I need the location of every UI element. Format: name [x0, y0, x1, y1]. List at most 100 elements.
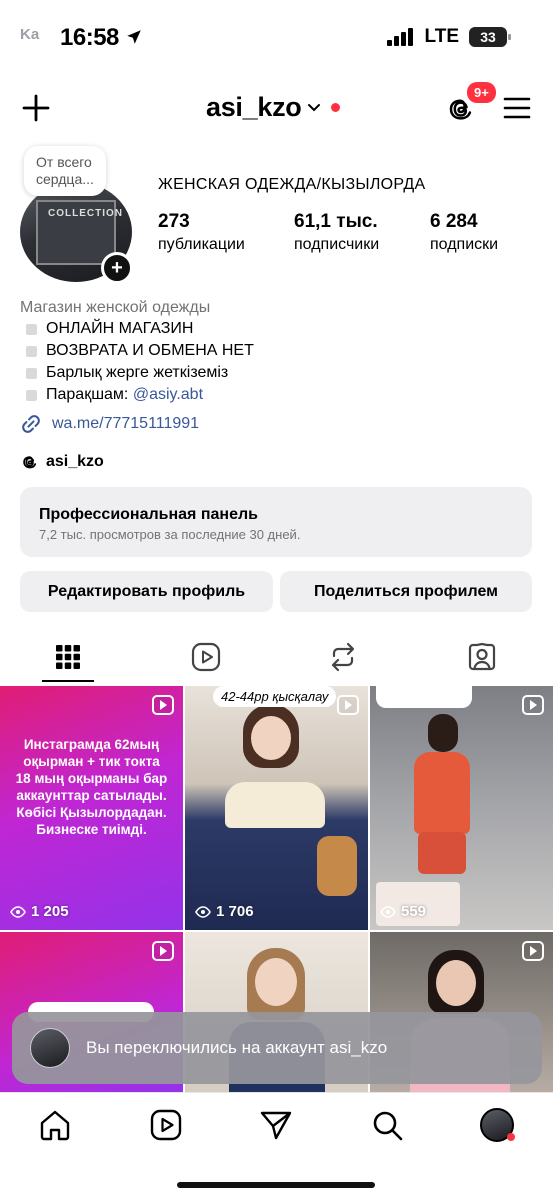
- reel-badge-icon: [152, 695, 174, 715]
- edit-profile-button[interactable]: Редактировать профиль: [20, 571, 273, 612]
- caption-bubble-partial: [376, 686, 472, 708]
- view-count: 559: [380, 903, 426, 920]
- profile-note-line: сердца...: [36, 171, 94, 187]
- eye-icon: [10, 905, 26, 918]
- header-username: asi_kzo: [206, 92, 302, 122]
- chevron-down-icon: [308, 103, 321, 111]
- view-count: 1 205: [10, 903, 69, 920]
- account-switch-toast: Вы переключились на аккаунт asi_kzo: [12, 1012, 542, 1084]
- posts-label: публикации: [158, 236, 245, 253]
- professional-dashboard[interactable]: Профессиональная панель 7,2 тыс. просмот…: [20, 487, 532, 557]
- status-time: 16:58: [60, 24, 143, 52]
- location-arrow-icon: [127, 30, 141, 44]
- pro-panel-subtitle: 7,2 тыс. просмотров за последние 30 дней…: [39, 527, 301, 542]
- model-face-image: [255, 958, 297, 1006]
- posts-count: 273: [158, 211, 190, 232]
- bullet-square-icon: [26, 323, 37, 335]
- profile-category: Магазин женской одежды: [20, 299, 211, 316]
- notification-badge: 9+: [467, 82, 496, 103]
- profile-display-name: ЖЕНСКАЯ ОДЕЖДА/КЫЗЫЛОРДА: [158, 176, 426, 193]
- link-icon: [22, 415, 40, 433]
- mention-link[interactable]: @asiy.abt: [133, 386, 203, 403]
- bio-line-text: ОНЛАЙН МАГАЗИН: [46, 320, 194, 337]
- signal-icon: [386, 28, 413, 46]
- view-count-text: 1 706: [216, 903, 254, 920]
- red-top-image: [414, 752, 470, 834]
- tab-grid[interactable]: [9, 632, 127, 682]
- create-plus-icon[interactable]: [20, 92, 52, 124]
- account-switcher[interactable]: asi_kzo: [206, 92, 341, 123]
- post-thumbnail-dress[interactable]: 42-44рр қысқалау 1 706: [185, 686, 368, 930]
- profile-unread-dot: [507, 1133, 515, 1141]
- unread-dot: [331, 103, 341, 112]
- bio-line-text: ВОЗВРАТА И ОБМЕНА НЕТ: [46, 342, 254, 359]
- bio-website-link[interactable]: wa.me/77715111991: [20, 413, 199, 435]
- store-sign-logo: COLLECTION: [48, 208, 123, 219]
- view-count-text: 1 205: [31, 903, 69, 920]
- menu-icon[interactable]: [503, 94, 531, 122]
- reels-icon[interactable]: [149, 1108, 183, 1142]
- bio-line-text: Барлық жерге жеткіземіз: [46, 364, 229, 381]
- reels-icon: [191, 642, 221, 672]
- post-thumbnail-red-outfit[interactable]: 559: [370, 686, 553, 930]
- bio-line: ОНЛАЙН МАГАЗИН: [26, 320, 193, 338]
- threads-icon: [23, 456, 37, 469]
- search-icon[interactable]: [370, 1108, 404, 1142]
- bio-line: Парақшам: @asiy.abt: [26, 386, 203, 404]
- chair-image: [317, 836, 357, 896]
- following-count: 6 284: [430, 211, 478, 232]
- tagged-person-icon: [468, 642, 496, 671]
- reel-badge-icon: [152, 941, 174, 961]
- reel-badge-icon: [522, 695, 544, 715]
- tab-tagged[interactable]: [423, 632, 541, 682]
- home-icon[interactable]: [38, 1108, 72, 1142]
- tab-reposts[interactable]: [284, 632, 402, 682]
- reel-badge-icon: [337, 695, 359, 715]
- posts-stat[interactable]: 273 публикации: [158, 211, 245, 254]
- threads-handle: asi_kzo: [46, 453, 104, 470]
- bio-line: Барлық жерге жеткіземіз: [26, 364, 228, 382]
- toast-avatar: [30, 1028, 70, 1068]
- eye-icon: [380, 905, 396, 918]
- eye-icon: [195, 905, 211, 918]
- home-indicator: [177, 1182, 375, 1188]
- direct-message-icon[interactable]: [259, 1108, 293, 1142]
- profile-note[interactable]: От всего сердца...: [24, 146, 106, 196]
- pro-panel-title: Профессиональная панель: [39, 506, 258, 523]
- red-shorts-image: [418, 832, 466, 874]
- bullet-square-icon: [26, 389, 37, 401]
- toast-text: Вы переключились на аккаунт asi_kzo: [86, 1038, 388, 1057]
- share-profile-button[interactable]: Поделиться профилем: [280, 571, 532, 612]
- model-face-image: [436, 960, 476, 1006]
- threads-profile-link[interactable]: asi_kzo: [20, 452, 104, 472]
- model-face-image: [251, 716, 291, 760]
- post-thumbnail-promo[interactable]: Инстаграмда 62мың оқырман + тик токта 18…: [0, 686, 183, 930]
- bullet-square-icon: [26, 345, 37, 357]
- back-to-app-label[interactable]: Ka: [20, 26, 39, 43]
- post-caption-bubble: 42-44рр қысқалау: [213, 686, 337, 707]
- network-type: LTE: [424, 26, 459, 47]
- followers-label: подписчики: [294, 236, 380, 253]
- bullet-square-icon: [26, 367, 37, 379]
- add-story-button[interactable]: +: [101, 252, 133, 284]
- view-count: 1 706: [195, 903, 254, 920]
- following-label: подписки: [430, 236, 499, 253]
- following-stat[interactable]: 6 284 подписки: [430, 211, 498, 254]
- dress-ruffle-image: [225, 782, 325, 828]
- tab-reels[interactable]: [147, 632, 265, 682]
- promo-text: Инстаграмда 62мың оқырман + тик токта 18…: [15, 737, 168, 837]
- repost-icon: [331, 642, 355, 672]
- status-indicators: LTE 33: [386, 26, 511, 48]
- followers-stat[interactable]: 61,1 тыс. подписчики: [294, 211, 379, 254]
- bio-line-text: Парақшам: @asiy.abt: [46, 386, 204, 403]
- bio-link-text: wa.me/77715111991: [52, 415, 200, 432]
- bio-line: ВОЗВРАТА И ОБМЕНА НЕТ: [26, 342, 254, 360]
- active-tab-indicator: [42, 680, 94, 682]
- battery-indicator: 33: [469, 27, 511, 47]
- profile-note-line: От всего: [36, 154, 92, 170]
- followers-count: 61,1 тыс.: [294, 211, 378, 232]
- grid-icon: [56, 645, 80, 669]
- reel-badge-icon: [522, 941, 544, 961]
- view-count-text: 559: [401, 903, 427, 920]
- model-hair-image: [428, 714, 458, 752]
